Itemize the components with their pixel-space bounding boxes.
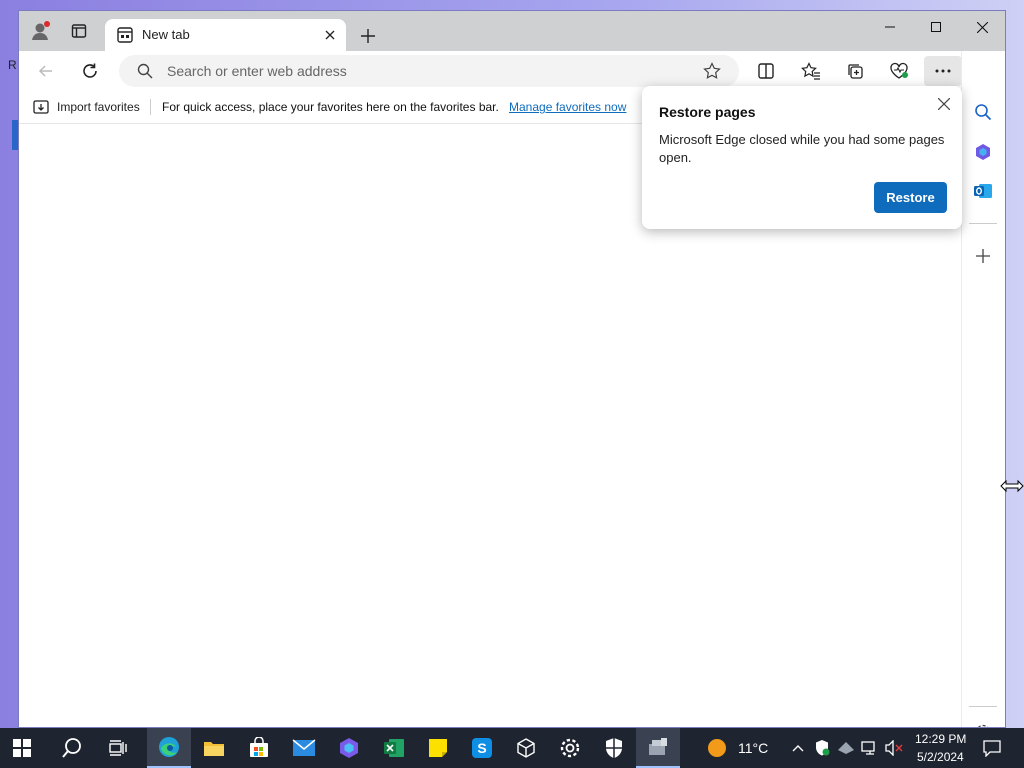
- edge-icon[interactable]: [147, 728, 191, 768]
- more-options-button[interactable]: [924, 56, 962, 86]
- back-button[interactable]: [30, 56, 62, 86]
- close-icon[interactable]: [934, 94, 954, 114]
- security-icon[interactable]: [592, 728, 636, 768]
- restore-pages-dialog: Restore pages Microsoft Edge closed whil…: [642, 86, 962, 229]
- star-icon[interactable]: [703, 62, 721, 85]
- search-icon[interactable]: [970, 99, 996, 125]
- weather-temp[interactable]: 11°C: [738, 740, 768, 756]
- resize-cursor-icon: [1000, 479, 1024, 498]
- browser-essentials-icon[interactable]: [883, 56, 915, 86]
- favorites-divider: [150, 99, 151, 115]
- excel-icon[interactable]: [372, 728, 416, 768]
- search-icon[interactable]: [50, 728, 94, 768]
- import-favorites-icon[interactable]: [32, 98, 50, 119]
- close-window-button[interactable]: [959, 11, 1005, 43]
- search-icon: [137, 63, 153, 84]
- outlook-icon[interactable]: [970, 178, 996, 204]
- store-icon[interactable]: [237, 728, 281, 768]
- settings-icon[interactable]: [548, 728, 592, 768]
- profile-icon[interactable]: [28, 19, 52, 43]
- favorites-bar-message: For quick access, place your favorites h…: [162, 100, 499, 114]
- maximize-button[interactable]: [913, 11, 959, 43]
- sidebar-divider: [969, 223, 997, 224]
- mail-icon[interactable]: [282, 728, 326, 768]
- task-view-icon[interactable]: [96, 728, 140, 768]
- copilot-app-icon[interactable]: [970, 139, 996, 165]
- add-icon[interactable]: [970, 243, 996, 269]
- desktop-fragment: R: [8, 58, 17, 72]
- browser-window: New tab Search or enter web address Impo…: [18, 10, 1006, 728]
- notifications-icon[interactable]: [972, 728, 1012, 768]
- favorites-icon[interactable]: [795, 56, 827, 86]
- skype-icon[interactable]: S: [460, 728, 504, 768]
- file-explorer-icon[interactable]: [192, 728, 236, 768]
- volume-muted-icon[interactable]: [882, 728, 906, 768]
- restore-button[interactable]: Restore: [874, 182, 947, 213]
- address-placeholder[interactable]: Search or enter web address: [167, 63, 347, 79]
- dialog-message: Microsoft Edge closed while you had some…: [659, 132, 945, 165]
- 3d-viewer-icon[interactable]: [504, 728, 548, 768]
- clock-date[interactable]: 5/2/2024: [917, 750, 964, 764]
- tab-new-tab[interactable]: New tab: [105, 19, 346, 51]
- import-favorites-link[interactable]: Import favorites: [57, 100, 140, 114]
- minimize-button[interactable]: [867, 11, 913, 43]
- clock-time[interactable]: 12:29 PM: [915, 732, 966, 746]
- sticky-notes-icon[interactable]: [416, 728, 460, 768]
- dialog-title: Restore pages: [659, 104, 756, 120]
- split-screen-icon[interactable]: [750, 56, 782, 86]
- address-bar[interactable]: Search or enter web address: [119, 55, 739, 87]
- close-icon[interactable]: [320, 25, 340, 45]
- network-icon[interactable]: [858, 728, 882, 768]
- new-tab-button[interactable]: [357, 25, 379, 47]
- copilot-taskbar-icon[interactable]: [327, 728, 371, 768]
- weather-icon[interactable]: [700, 728, 734, 768]
- defender-icon[interactable]: [810, 728, 834, 768]
- edge-sidebar: [961, 51, 1005, 727]
- new-tab-page-icon: [116, 26, 134, 44]
- svg-text:S: S: [477, 740, 486, 756]
- refresh-button[interactable]: [74, 56, 106, 86]
- tab-actions-icon[interactable]: [67, 19, 91, 43]
- sidebar-divider: [969, 706, 997, 707]
- start-button[interactable]: [0, 728, 44, 768]
- app-icon[interactable]: [636, 728, 680, 768]
- manage-favorites-link[interactable]: Manage favorites now: [509, 100, 626, 114]
- toolbar: Search or enter web address: [19, 51, 1005, 91]
- taskbar: S 11°C 12:29 PM 5/2/2024: [0, 728, 1024, 768]
- network-app-icon[interactable]: [834, 728, 858, 768]
- collections-icon[interactable]: [839, 56, 871, 86]
- chevron-up-icon[interactable]: [786, 728, 810, 768]
- tab-title: New tab: [142, 27, 190, 42]
- settings-icon[interactable]: [970, 719, 996, 727]
- title-bar: New tab: [19, 11, 1005, 51]
